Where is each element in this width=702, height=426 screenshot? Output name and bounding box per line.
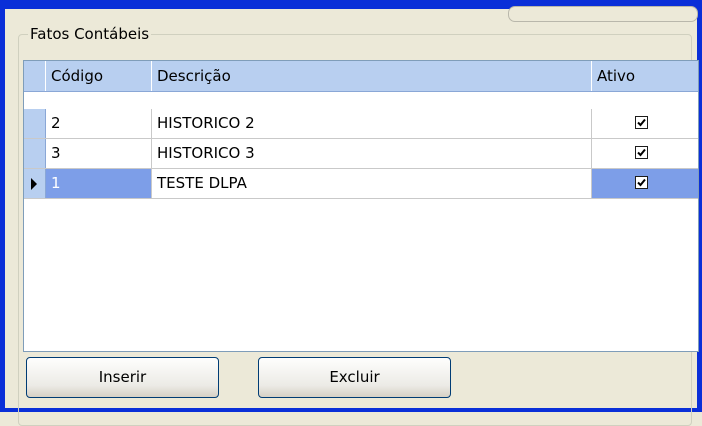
groupbox-title: Fatos Contábeis — [28, 24, 152, 44]
check-icon — [637, 148, 646, 157]
fatos-grid[interactable]: Código Descrição Ativo 2 HISTORICO 2 3 H… — [23, 60, 699, 352]
table-row-selected[interactable]: 1 TESTE DLPA — [24, 169, 698, 199]
header-indicator-cell — [24, 61, 46, 91]
inserir-button[interactable]: Inserir — [26, 357, 219, 398]
row-indicator[interactable] — [24, 109, 46, 138]
ativo-checkbox[interactable] — [635, 146, 648, 159]
cell-ativo[interactable] — [592, 169, 698, 198]
ativo-checkbox[interactable] — [635, 176, 648, 189]
cell-ativo[interactable] — [592, 139, 698, 168]
excluir-button[interactable]: Excluir — [258, 357, 451, 398]
cell-descricao[interactable]: HISTORICO 3 — [152, 139, 592, 168]
window-border-left — [0, 0, 5, 412]
cell-descricao[interactable]: HISTORICO 2 — [152, 109, 592, 138]
table-row[interactable]: 3 HISTORICO 3 — [24, 139, 698, 169]
column-header-codigo[interactable]: Código — [46, 61, 152, 91]
column-header-descricao[interactable]: Descrição — [152, 61, 592, 91]
column-header-ativo[interactable]: Ativo — [592, 61, 698, 91]
check-icon — [637, 178, 646, 187]
check-icon — [637, 118, 646, 127]
grid-header: Código Descrição Ativo — [24, 61, 698, 92]
cell-codigo[interactable]: 1 — [46, 169, 152, 198]
table-row[interactable]: 2 HISTORICO 2 — [24, 109, 698, 139]
cell-ativo[interactable] — [592, 109, 698, 138]
ativo-checkbox[interactable] — [635, 116, 648, 129]
row-indicator[interactable] — [24, 139, 46, 168]
current-row-arrow-icon — [31, 178, 37, 190]
cell-descricao[interactable]: TESTE DLPA — [152, 169, 592, 198]
cell-codigo[interactable]: 2 — [46, 109, 152, 138]
cell-codigo[interactable]: 3 — [46, 139, 152, 168]
row-indicator[interactable] — [24, 169, 46, 198]
top-field — [508, 6, 698, 22]
